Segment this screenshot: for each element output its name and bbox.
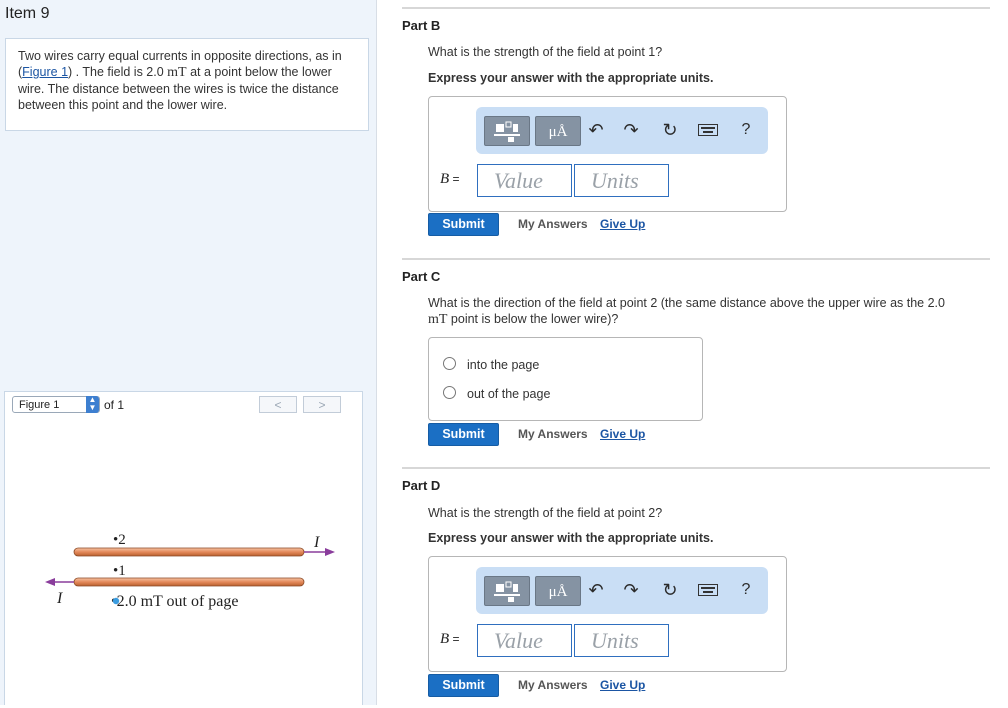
part-b-heading: Part B — [402, 18, 441, 33]
part-c-options-box: into the page out of the page — [428, 337, 703, 421]
figure-select-value: Figure 1 — [19, 399, 60, 411]
part-d-value-input[interactable]: Value — [477, 624, 572, 657]
figure-count: of 1 — [104, 398, 125, 412]
lower-current-label: I — [56, 590, 63, 607]
part-b-give-up[interactable]: Give Up — [600, 217, 645, 231]
reset-icon[interactable]: ↻ — [658, 118, 682, 142]
help-icon[interactable]: ? — [734, 118, 758, 142]
item-title: Item 9 — [5, 5, 50, 22]
part-d-heading: Part D — [402, 478, 441, 493]
part-b-question: What is the strength of the field at poi… — [428, 45, 663, 59]
part-d-variable: B = — [440, 631, 460, 648]
part-d-give-up[interactable]: Give Up — [600, 678, 645, 692]
prev-figure-button[interactable]: < — [259, 396, 297, 413]
lower-arrowhead-icon — [45, 578, 55, 586]
part-d-answer-box: μÅ ↶ ↷ ↻ ? B = Value Units — [428, 556, 787, 672]
keyboard-icon[interactable] — [696, 578, 720, 602]
part-b-variable: B = — [440, 171, 460, 188]
part-d-var-label: B — [440, 631, 450, 647]
part-d-units-input[interactable]: Units — [574, 624, 669, 657]
radio-out-of-page[interactable] — [443, 386, 456, 399]
next-figure-button[interactable]: > — [303, 396, 341, 413]
part-d-question: What is the strength of the field at poi… — [428, 506, 663, 520]
templates-icon[interactable] — [484, 576, 530, 606]
problem-text-2: ) . The field is 2.0 — [68, 65, 168, 79]
undo-icon[interactable]: ↶ — [584, 118, 608, 142]
option-into-page-label[interactable]: into the page — [467, 358, 539, 372]
wires-figure: •2 •1 I I •2.0 mT out of page — [45, 532, 335, 610]
part-b-equals: = — [449, 172, 460, 186]
part-b-answer-box: μÅ ↶ ↷ ↻ ? B = Value Units — [428, 96, 787, 212]
problem-statement: Two wires carry equal currents in opposi… — [5, 38, 369, 131]
part-c-give-up[interactable]: Give Up — [600, 427, 645, 441]
part-b-submit-button[interactable]: Submit — [428, 213, 499, 236]
figure-select[interactable]: Figure 1 ▲ ▼ — [12, 396, 100, 413]
upper-wire — [73, 547, 305, 557]
part-c-divider — [402, 258, 990, 260]
part-c-question: What is the direction of the field at po… — [428, 295, 988, 328]
part-c-question-unit: mT — [428, 312, 448, 327]
redo-icon[interactable]: ↷ — [619, 118, 643, 142]
reset-icon[interactable]: ↻ — [658, 578, 682, 602]
part-c-submit-button[interactable]: Submit — [428, 423, 499, 446]
point-2-label: •2 — [113, 532, 126, 548]
figure-navigation-bar: Figure 1 ▲ ▼ of 1 < > — [4, 391, 363, 419]
left-panel: Item 9 Two wires carry equal currents in… — [0, 0, 377, 705]
part-b-divider — [402, 7, 990, 9]
part-c-my-answers[interactable]: My Answers — [518, 427, 588, 441]
part-c-question-1: What is the direction of the field at po… — [428, 296, 945, 310]
units-button[interactable]: μÅ — [535, 576, 581, 606]
help-icon[interactable]: ? — [734, 578, 758, 602]
part-b-value-input[interactable]: Value — [477, 164, 572, 197]
option-out-of-page-label[interactable]: out of the page — [467, 387, 550, 401]
upper-current-label: I — [313, 534, 320, 551]
part-c-question-2: point is below the lower wire)? — [447, 312, 619, 326]
upper-arrowhead-icon — [325, 548, 335, 556]
units-button[interactable]: μÅ — [535, 116, 581, 146]
part-d-submit-button[interactable]: Submit — [428, 674, 499, 697]
point-1-label: •1 — [113, 563, 126, 579]
part-d-my-answers[interactable]: My Answers — [518, 678, 588, 692]
part-d-instruction: Express your answer with the appropriate… — [428, 531, 714, 545]
part-b-toolbar: μÅ ↶ ↷ ↻ ? — [476, 107, 768, 154]
part-c-heading: Part C — [402, 269, 441, 284]
field-point-marker — [112, 597, 120, 605]
redo-icon[interactable]: ↷ — [619, 578, 643, 602]
problem-unit: mT — [167, 65, 187, 80]
field-point-label: •2.0 mT out of page — [111, 593, 239, 610]
keyboard-icon[interactable] — [696, 118, 720, 142]
part-b-var-label: B — [440, 171, 450, 187]
part-d-equals: = — [449, 632, 460, 646]
part-b-units-input[interactable]: Units — [574, 164, 669, 197]
part-d-toolbar: μÅ ↶ ↷ ↻ ? — [476, 567, 768, 614]
figure-area: •2 •1 I I •2.0 mT out of page — [4, 418, 363, 705]
part-d-divider — [402, 467, 990, 469]
templates-icon[interactable] — [484, 116, 530, 146]
figure-link[interactable]: Figure 1 — [22, 65, 68, 79]
part-b-instruction: Express your answer with the appropriate… — [428, 71, 714, 85]
select-arrows-icon: ▲ ▼ — [86, 396, 99, 413]
undo-icon[interactable]: ↶ — [584, 578, 608, 602]
radio-into-page[interactable] — [443, 357, 456, 370]
lower-wire — [73, 577, 305, 587]
right-panel: Part B What is the strength of the field… — [376, 0, 1008, 705]
part-b-my-answers[interactable]: My Answers — [518, 217, 588, 231]
